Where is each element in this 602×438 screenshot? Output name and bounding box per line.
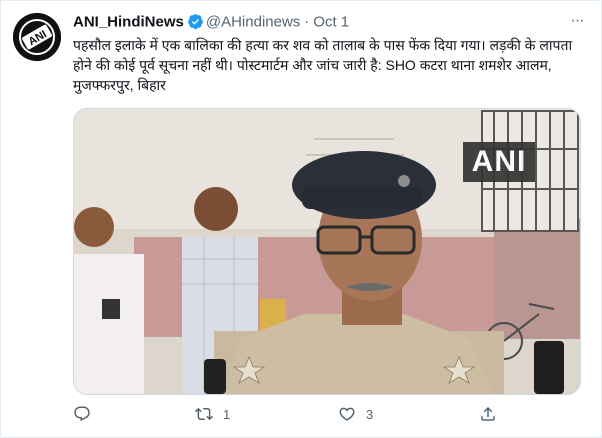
like-count: 3 [366, 406, 374, 422]
share-button[interactable] [479, 399, 497, 429]
verified-badge-icon [187, 13, 204, 30]
reply-button[interactable] [73, 399, 101, 429]
author-handle[interactable]: @AHindinews [206, 13, 300, 30]
reply-icon [74, 406, 90, 422]
tweet-date[interactable]: Oct 1 [313, 13, 349, 30]
media-watermark: ANI [463, 142, 535, 182]
ani-logo-icon: ANI [13, 13, 61, 61]
author-avatar[interactable]: ANI [13, 13, 61, 61]
tweet-header: ANI_HindiNews @AHindinews · Oct 1 ··· [73, 11, 589, 35]
share-icon [481, 406, 495, 421]
retweet-button[interactable]: 1 [195, 399, 230, 429]
like-button[interactable]: 3 [338, 399, 373, 429]
tweet-card[interactable]: ANI ANI_HindiNews @AHindinews · Oct 1 ··· प… [0, 0, 602, 438]
tweet-actions: 1 3 [73, 399, 523, 429]
like-icon [339, 407, 355, 421]
retweet-count: 1 [223, 406, 231, 422]
separator-dot: · [304, 13, 310, 31]
tweet-media-image[interactable]: ANI [73, 108, 581, 395]
more-icon[interactable]: ··· [565, 11, 589, 35]
tweet-text: पहसौल इलाके में एक बालिका की हत्या कर शव… [73, 37, 573, 93]
retweet-icon [195, 407, 213, 421]
author-name[interactable]: ANI_HindiNews [73, 13, 184, 30]
